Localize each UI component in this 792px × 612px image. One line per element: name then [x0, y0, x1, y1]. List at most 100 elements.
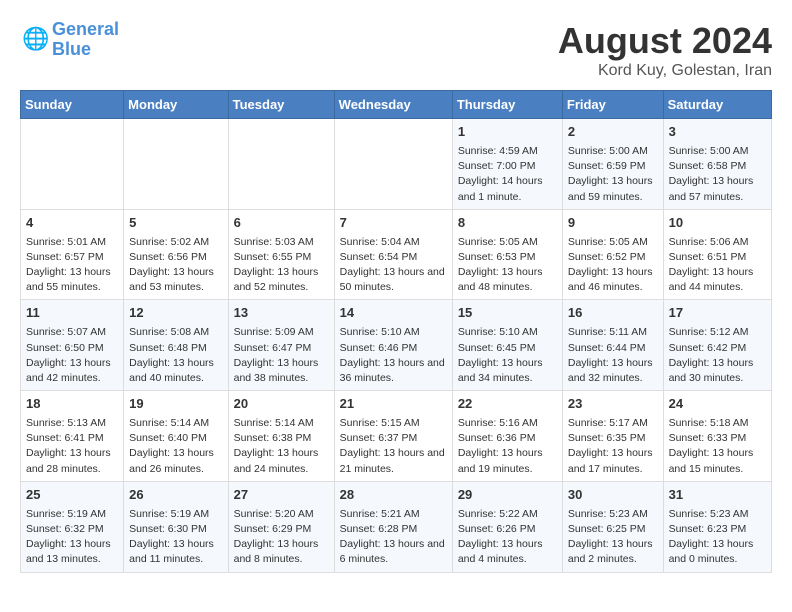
day-info: Sunrise: 4:59 AM	[458, 144, 557, 159]
calendar-cell: 26Sunrise: 5:19 AMSunset: 6:30 PMDayligh…	[124, 481, 228, 572]
day-info: Sunset: 6:40 PM	[129, 431, 222, 446]
day-info: Sunset: 6:25 PM	[568, 522, 658, 537]
week-row-1: 1Sunrise: 4:59 AMSunset: 7:00 PMDaylight…	[21, 119, 772, 210]
day-info: Sunrise: 5:08 AM	[129, 325, 222, 340]
day-info: Daylight: 13 hours and 13 minutes.	[26, 537, 118, 567]
day-info: Sunset: 6:32 PM	[26, 522, 118, 537]
day-number: 13	[234, 304, 329, 323]
day-info: Sunrise: 5:13 AM	[26, 416, 118, 431]
day-number: 19	[129, 395, 222, 414]
day-number: 22	[458, 395, 557, 414]
day-info: Sunset: 6:51 PM	[669, 250, 766, 265]
calendar-cell: 8Sunrise: 5:05 AMSunset: 6:53 PMDaylight…	[452, 209, 562, 300]
day-info: Sunset: 6:37 PM	[340, 431, 447, 446]
day-number: 12	[129, 304, 222, 323]
logo-icon: 🌐	[20, 26, 48, 54]
calendar-cell: 13Sunrise: 5:09 AMSunset: 6:47 PMDayligh…	[228, 300, 334, 391]
weekday-header-friday: Friday	[562, 91, 663, 119]
day-info: Daylight: 13 hours and 50 minutes.	[340, 265, 447, 295]
day-info: Sunset: 6:56 PM	[129, 250, 222, 265]
day-number: 16	[568, 304, 658, 323]
day-info: Sunrise: 5:22 AM	[458, 507, 557, 522]
day-number: 11	[26, 304, 118, 323]
day-info: Daylight: 13 hours and 34 minutes.	[458, 356, 557, 386]
day-info: Sunrise: 5:11 AM	[568, 325, 658, 340]
day-number: 27	[234, 486, 329, 505]
calendar-cell: 1Sunrise: 4:59 AMSunset: 7:00 PMDaylight…	[452, 119, 562, 210]
calendar-cell: 31Sunrise: 5:23 AMSunset: 6:23 PMDayligh…	[663, 481, 771, 572]
week-row-5: 25Sunrise: 5:19 AMSunset: 6:32 PMDayligh…	[21, 481, 772, 572]
day-info: Sunrise: 5:14 AM	[234, 416, 329, 431]
day-info: Daylight: 13 hours and 52 minutes.	[234, 265, 329, 295]
logo-line1: General	[52, 19, 119, 39]
day-number: 5	[129, 214, 222, 233]
calendar-subtitle: Kord Kuy, Golestan, Iran	[558, 62, 772, 80]
day-info: Daylight: 13 hours and 6 minutes.	[340, 537, 447, 567]
calendar-cell: 18Sunrise: 5:13 AMSunset: 6:41 PMDayligh…	[21, 391, 124, 482]
day-info: Daylight: 13 hours and 53 minutes.	[129, 265, 222, 295]
day-info: Sunrise: 5:10 AM	[458, 325, 557, 340]
calendar-cell: 17Sunrise: 5:12 AMSunset: 6:42 PMDayligh…	[663, 300, 771, 391]
day-info: Sunset: 6:23 PM	[669, 522, 766, 537]
svg-text:🌐: 🌐	[22, 26, 48, 51]
day-number: 17	[669, 304, 766, 323]
weekday-header-saturday: Saturday	[663, 91, 771, 119]
day-number: 1	[458, 123, 557, 142]
day-info: Sunrise: 5:14 AM	[129, 416, 222, 431]
weekday-header-sunday: Sunday	[21, 91, 124, 119]
day-number: 8	[458, 214, 557, 233]
calendar-cell: 29Sunrise: 5:22 AMSunset: 6:26 PMDayligh…	[452, 481, 562, 572]
day-info: Daylight: 13 hours and 15 minutes.	[669, 446, 766, 476]
day-number: 31	[669, 486, 766, 505]
day-number: 7	[340, 214, 447, 233]
week-row-4: 18Sunrise: 5:13 AMSunset: 6:41 PMDayligh…	[21, 391, 772, 482]
day-number: 4	[26, 214, 118, 233]
calendar-cell	[334, 119, 452, 210]
day-info: Sunset: 6:45 PM	[458, 341, 557, 356]
day-info: Daylight: 13 hours and 0 minutes.	[669, 537, 766, 567]
day-number: 3	[669, 123, 766, 142]
day-info: Sunset: 6:57 PM	[26, 250, 118, 265]
day-info: Sunset: 6:50 PM	[26, 341, 118, 356]
calendar-cell	[124, 119, 228, 210]
day-info: Sunset: 6:35 PM	[568, 431, 658, 446]
day-number: 21	[340, 395, 447, 414]
day-info: Daylight: 13 hours and 46 minutes.	[568, 265, 658, 295]
calendar-cell: 2Sunrise: 5:00 AMSunset: 6:59 PMDaylight…	[562, 119, 663, 210]
calendar-cell: 12Sunrise: 5:08 AMSunset: 6:48 PMDayligh…	[124, 300, 228, 391]
day-number: 2	[568, 123, 658, 142]
calendar-cell: 7 Sunrise: 5:04 AMSunset: 6:54 PMDaylight…	[334, 209, 452, 300]
calendar-cell: 20Sunrise: 5:14 AMSunset: 6:38 PMDayligh…	[228, 391, 334, 482]
day-info: Sunrise: 5:09 AM	[234, 325, 329, 340]
day-info: Sunset: 6:36 PM	[458, 431, 557, 446]
day-info: Sunset: 6:41 PM	[26, 431, 118, 446]
day-info: Daylight: 13 hours and 8 minutes.	[234, 537, 329, 567]
day-info: Sunrise: 5:06 AM	[669, 235, 766, 250]
weekday-header-wednesday: Wednesday	[334, 91, 452, 119]
day-info: Sunrise: 5:19 AM	[26, 507, 118, 522]
day-info: Sunrise: 5:10 AM	[340, 325, 447, 340]
day-info: Sunrise: 5:04 AM	[340, 235, 447, 250]
day-info: Daylight: 13 hours and 36 minutes.	[340, 356, 447, 386]
day-info: Daylight: 13 hours and 2 minutes.	[568, 537, 658, 567]
day-info: Daylight: 13 hours and 19 minutes.	[458, 446, 557, 476]
day-info: Daylight: 13 hours and 4 minutes.	[458, 537, 557, 567]
day-info: Sunrise: 5:00 AM	[669, 144, 766, 159]
day-number: 20	[234, 395, 329, 414]
day-info: Sunset: 7:00 PM	[458, 159, 557, 174]
day-info: Daylight: 13 hours and 11 minutes.	[129, 537, 222, 567]
day-info: Sunset: 6:38 PM	[234, 431, 329, 446]
day-info: Sunset: 6:28 PM	[340, 522, 447, 537]
day-info: Sunset: 6:47 PM	[234, 341, 329, 356]
day-info: Sunset: 6:54 PM	[340, 250, 447, 265]
day-info: Sunset: 6:53 PM	[458, 250, 557, 265]
calendar-cell: 25 Sunrise: 5:19 AMSunset: 6:32 PMDayligh…	[21, 481, 124, 572]
day-info: Sunset: 6:29 PM	[234, 522, 329, 537]
calendar-cell: 4Sunrise: 5:01 AMSunset: 6:57 PMDaylight…	[21, 209, 124, 300]
logo-line2: Blue	[52, 39, 91, 59]
day-info: Daylight: 13 hours and 55 minutes.	[26, 265, 118, 295]
calendar-cell: 24Sunrise: 5:18 AMSunset: 6:33 PMDayligh…	[663, 391, 771, 482]
day-number: 25	[26, 486, 118, 505]
day-info: Sunrise: 5:18 AM	[669, 416, 766, 431]
day-info: Sunrise: 5:21 AM	[340, 507, 447, 522]
